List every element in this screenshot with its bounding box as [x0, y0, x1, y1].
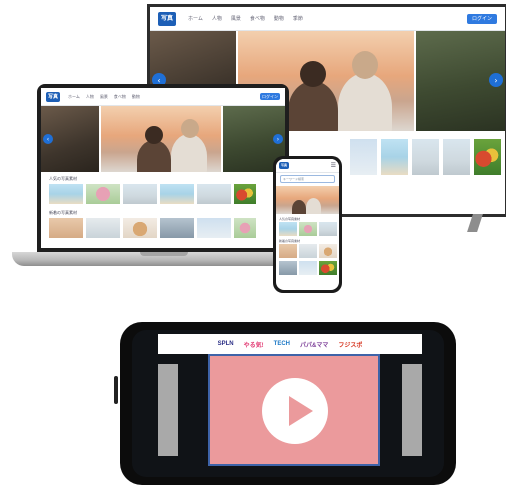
thumbnail[interactable]	[160, 184, 194, 204]
thumbnail[interactable]	[474, 139, 501, 175]
thumbnail[interactable]	[123, 218, 157, 238]
video-panel[interactable]	[208, 354, 380, 466]
person-figure	[306, 198, 321, 214]
phone-tile-row	[279, 222, 337, 236]
laptop-tile-row	[49, 184, 256, 204]
play-icon	[289, 396, 313, 426]
tv-login-button[interactable]: ログイン	[467, 13, 497, 24]
tv-nav-link[interactable]: 風景	[231, 15, 241, 22]
tv-nav-link[interactable]: ホーム	[188, 15, 203, 22]
laptop-screen: 写真 ホーム 人物 風景 食べ物 動物 ログイン ‹ › 人気の写真素材 新着の…	[41, 88, 285, 248]
hero-photo-main	[101, 106, 221, 172]
laptop-base	[12, 252, 316, 266]
channel-tab[interactable]: SPLN	[218, 341, 234, 347]
smartphone: 写真 ☰ キーワード検索 人気の写真素材 新着の写真素材	[273, 156, 342, 293]
thumbnail[interactable]	[350, 139, 377, 175]
thumbnail[interactable]	[234, 184, 256, 204]
laptop-logo[interactable]: 写真	[46, 91, 60, 102]
laptop-hinge-notch	[140, 252, 188, 256]
chevron-left-icon[interactable]: ‹	[43, 134, 53, 144]
search-input[interactable]: キーワード検索	[280, 175, 335, 183]
thumbnail[interactable]	[279, 222, 297, 236]
section-title-new: 新着の写真素材	[279, 239, 301, 243]
person-head	[181, 119, 199, 138]
person-figure	[292, 200, 306, 214]
person-figure	[288, 81, 338, 131]
tv-logo[interactable]: 写真	[158, 11, 176, 26]
chevron-right-icon[interactable]: ›	[489, 73, 503, 87]
person-head	[352, 51, 378, 79]
phone-logo[interactable]: 写真	[279, 162, 289, 169]
tv-nav-link[interactable]: 季節	[293, 15, 303, 22]
hero-photo-main	[276, 186, 339, 214]
chevron-right-icon[interactable]: ›	[273, 134, 283, 144]
laptop: 写真 ホーム 人物 風景 食べ物 動物 ログイン ‹ › 人気の写真素材 新着の…	[37, 84, 289, 252]
thumbnail[interactable]	[412, 139, 439, 175]
video-player-screen: SPLN やる気! TECH パパ&ママ フジスポ	[132, 330, 444, 477]
channel-tab[interactable]: パパ&ママ	[300, 340, 328, 349]
laptop-tile-row	[49, 218, 256, 238]
phone-navbar: 写真 ☰	[276, 159, 339, 173]
laptop-nav-link[interactable]: 食べ物	[114, 94, 126, 100]
tv-nav-link[interactable]: 動物	[274, 15, 284, 22]
play-button[interactable]	[262, 378, 328, 444]
section-title-new: 新着の写真素材	[49, 210, 77, 215]
thumbnail[interactable]	[443, 139, 470, 175]
phone-tile-row	[279, 261, 337, 275]
person-figure	[171, 134, 207, 172]
thumbnail[interactable]	[123, 184, 157, 204]
channel-tab-bar: SPLN やる気! TECH パパ&ママ フジスポ	[158, 334, 422, 354]
channel-tab[interactable]: フジスポ	[338, 340, 362, 349]
smartphone-landscape: SPLN やる気! TECH パパ&ママ フジスポ	[114, 322, 456, 485]
person-figure	[338, 73, 392, 131]
smartphone-screen: 写真 ☰ キーワード検索 人気の写真素材 新着の写真素材	[276, 159, 339, 290]
thumbnail[interactable]	[86, 218, 120, 238]
thumbnail[interactable]	[381, 139, 408, 175]
previous-video-preview[interactable]	[158, 364, 178, 456]
thumbnail[interactable]	[319, 222, 337, 236]
laptop-login-button[interactable]: ログイン	[260, 93, 280, 100]
phone-side-button	[114, 376, 118, 404]
laptop-nav-link[interactable]: 風景	[100, 94, 108, 100]
thumbnail[interactable]	[197, 218, 231, 238]
next-video-preview[interactable]	[402, 364, 422, 456]
channel-tab[interactable]: やる気!	[244, 340, 264, 349]
tv-nav-link[interactable]: 人物	[212, 15, 222, 22]
thumbnail[interactable]	[319, 261, 337, 275]
laptop-hero-carousel: ‹ ›	[41, 106, 285, 172]
thumbnail[interactable]	[160, 218, 194, 238]
section-title-popular: 人気の写真素材	[279, 217, 301, 221]
laptop-navbar: 写真 ホーム 人物 風景 食べ物 動物 ログイン	[41, 88, 285, 106]
tv-navbar: 写真 ホーム 人物 風景 食べ物 動物 季節 ログイン	[150, 7, 505, 31]
thumbnail[interactable]	[299, 261, 317, 275]
thumbnail[interactable]	[299, 244, 317, 258]
tv-nav-link[interactable]: 食べ物	[250, 15, 265, 22]
thumbnail[interactable]	[197, 184, 231, 204]
thumbnail[interactable]	[49, 218, 83, 238]
laptop-nav-links: ホーム 人物 風景 食べ物 動物	[68, 94, 260, 100]
tv-nav-links: ホーム 人物 風景 食べ物 動物 季節	[188, 15, 467, 22]
thumbnail[interactable]	[86, 184, 120, 204]
laptop-nav-link[interactable]: 動物	[132, 94, 140, 100]
laptop-nav-link[interactable]: 人物	[86, 94, 94, 100]
laptop-nav-link[interactable]: ホーム	[68, 94, 80, 100]
thumbnail[interactable]	[234, 218, 256, 238]
phone-tile-row	[279, 244, 337, 258]
person-head	[145, 126, 163, 144]
thumbnail[interactable]	[279, 261, 297, 275]
thumbnail[interactable]	[279, 244, 297, 258]
channel-tab[interactable]: TECH	[274, 341, 290, 347]
person-head	[300, 61, 326, 87]
thumbnail[interactable]	[49, 184, 83, 204]
section-title-popular: 人気の写真素材	[49, 176, 77, 181]
thumbnail[interactable]	[299, 222, 317, 236]
thumbnail[interactable]	[319, 244, 337, 258]
person-figure	[137, 140, 171, 172]
menu-icon[interactable]: ☰	[331, 162, 336, 169]
